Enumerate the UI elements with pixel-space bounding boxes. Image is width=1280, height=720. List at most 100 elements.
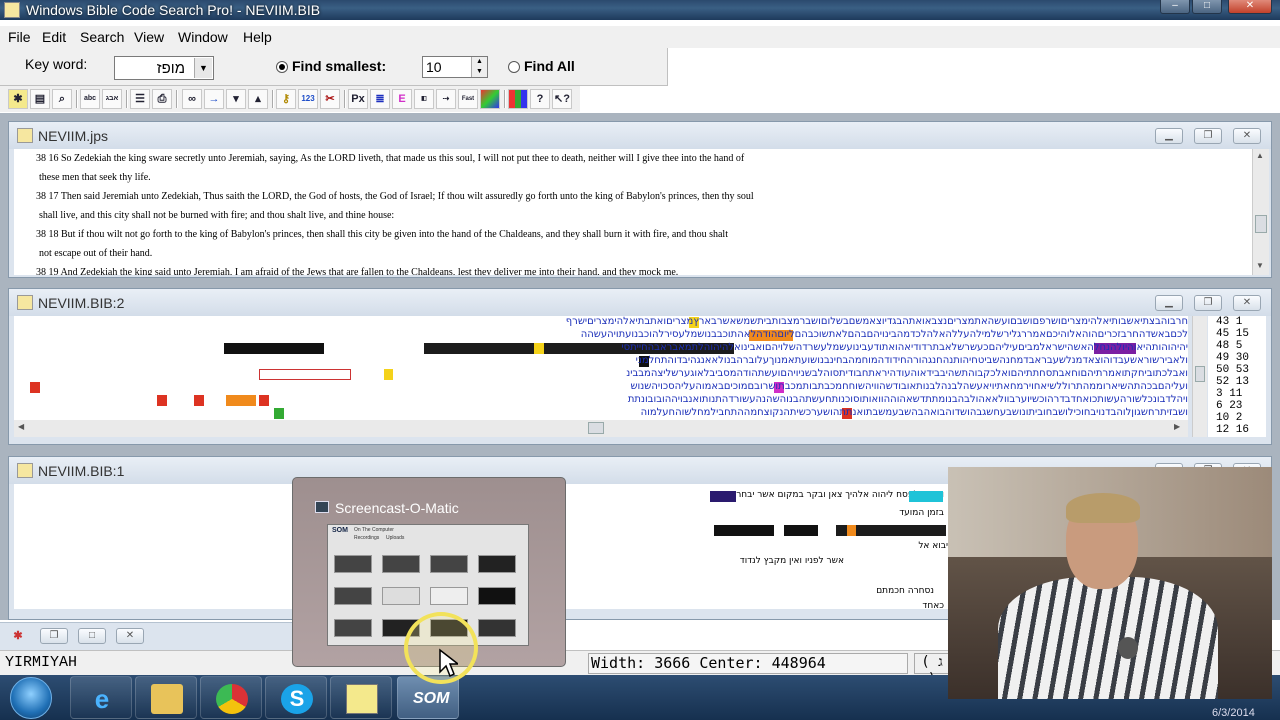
list-item[interactable]: 48 5: [1216, 340, 1266, 352]
menu-search[interactable]: Search: [80, 29, 124, 45]
arrow-up-icon[interactable]: ▴: [248, 89, 268, 109]
recording-thumb: [478, 555, 516, 573]
text-scrollbar[interactable]: ▲ ▼: [1252, 149, 1269, 275]
verse-line: 38 18 But if thou wilt not go forth to t…: [36, 229, 728, 240]
color-icon[interactable]: [480, 89, 500, 109]
child-minimize-button[interactable]: ▁: [1155, 295, 1183, 311]
grid-window-titlebar[interactable]: NEVIIM.BIB:2 ▁ ❐ ✕: [9, 289, 1271, 316]
keyword-label: Key word:: [25, 56, 88, 72]
restore-button[interactable]: ❐: [40, 628, 68, 644]
arrow-down-icon[interactable]: ▾: [226, 89, 246, 109]
spin-arrows-icon[interactable]: ▲ ▼: [471, 57, 487, 77]
child-maximize-button[interactable]: ❐: [1194, 295, 1222, 311]
preview-tab: Uploads: [386, 535, 405, 541]
list-item[interactable]: 10 2: [1216, 412, 1266, 424]
scroll-up-icon[interactable]: ▲: [1256, 151, 1264, 160]
close-button[interactable]: ✕: [116, 628, 144, 644]
arrow-right-icon[interactable]: →: [204, 89, 224, 109]
search-icon[interactable]: ⌕: [52, 89, 72, 109]
autofind-icon[interactable]: ◧: [414, 89, 434, 109]
find-all-radio[interactable]: [508, 61, 520, 73]
hebrew-icon[interactable]: אבג: [102, 89, 122, 109]
list-icon[interactable]: ☰: [130, 89, 150, 109]
verse-text-area[interactable]: 38 16 So Zedekiah the king sware secretl…: [14, 149, 1254, 275]
child-maximize-button[interactable]: ❐: [1194, 128, 1222, 144]
chrome-icon[interactable]: [200, 676, 262, 719]
binoculars-icon[interactable]: ∞: [182, 89, 202, 109]
text-icon[interactable]: abc: [80, 89, 100, 109]
chevron-down-icon[interactable]: ▼: [194, 58, 212, 78]
result-counts-list[interactable]: 43 1 45 15 48 5 49 30 50 53 52 13 3 11 6…: [1208, 316, 1266, 437]
px-icon[interactable]: Px: [348, 89, 368, 109]
grid-window-title: NEVIIM.BIB:2: [38, 295, 125, 311]
maximize-button[interactable]: □: [1192, 0, 1222, 14]
menu-edit[interactable]: Edit: [42, 29, 66, 45]
biblecode-icon[interactable]: [330, 676, 392, 719]
grid-vscrollbar[interactable]: [1192, 316, 1207, 437]
child-close-button[interactable]: ✕: [1233, 128, 1261, 144]
list-item[interactable]: 43 1: [1216, 316, 1266, 328]
minimize-button[interactable]: –: [1160, 0, 1190, 14]
menu-view[interactable]: View: [134, 29, 164, 45]
grid-row: ולאבירשוראשעבדוהוצאדמנלשעבראבדמחנהשביטחי…: [635, 355, 1188, 366]
menu-window[interactable]: Window: [178, 29, 228, 45]
grid-hscrollbar[interactable]: ◀ ▶: [14, 420, 1188, 437]
fast-icon[interactable]: Fast: [458, 89, 478, 109]
e-icon[interactable]: E: [392, 89, 412, 109]
menu-file[interactable]: File: [8, 29, 31, 45]
tools-icon[interactable]: ✂: [320, 89, 340, 109]
recording-thumb: [334, 587, 372, 605]
list-item[interactable]: 3 11: [1216, 388, 1266, 400]
lines-icon[interactable]: ≣: [370, 89, 390, 109]
recording-thumb: [478, 619, 516, 637]
hebrew-line: נסחרה חכמתם: [876, 586, 934, 596]
list-item[interactable]: 52 13: [1216, 376, 1266, 388]
verse-line: 38 17 Then said Jeremiah unto Zedekiah, …: [36, 191, 754, 202]
skip-icon[interactable]: ⇢: [436, 89, 456, 109]
list-item[interactable]: 50 53: [1216, 364, 1266, 376]
highlight-cell: [710, 491, 736, 502]
webcam-person-hair: [1066, 493, 1140, 523]
scroll-left-icon[interactable]: ◀: [18, 422, 24, 431]
grid-row: ושבזיתרחשגוןלוהבדנויבחוכילושבחוביתונושבע…: [640, 407, 1188, 418]
context-help-icon[interactable]: ↖?: [552, 89, 572, 109]
list-item[interactable]: 49 30: [1216, 352, 1266, 364]
find-smallest-spinner[interactable]: 10 ▲ ▼: [422, 56, 488, 78]
keyword-combobox[interactable]: מופז ▼: [114, 56, 214, 80]
recording-thumb: [478, 587, 516, 605]
scroll-right-icon[interactable]: ▶: [1174, 422, 1180, 431]
start-button[interactable]: [10, 677, 52, 719]
letter-grid[interactable]: חרבוהבצתיאשבותיאלהימצריםושרפםושבםועשהאתמ…: [14, 316, 1188, 420]
highlight-cell: [909, 491, 943, 502]
find-smallest-value: 10: [426, 59, 442, 75]
scroll-thumb[interactable]: [588, 422, 604, 434]
open-icon[interactable]: ▤: [30, 89, 50, 109]
list-item[interactable]: 6 23: [1216, 400, 1266, 412]
help-icon[interactable]: ?: [530, 89, 550, 109]
maximize-button[interactable]: □: [78, 628, 106, 644]
explorer-icon[interactable]: [135, 676, 197, 719]
child-minimize-button[interactable]: ▁: [1155, 128, 1183, 144]
app-icon[interactable]: ✱: [8, 627, 28, 647]
menu-help[interactable]: Help: [243, 29, 272, 45]
grid-window: NEVIIM.BIB:2 ▁ ❐ ✕ חרבוהבצתיאשבותיאלהימצ…: [8, 288, 1272, 445]
new-icon[interactable]: ✱: [8, 89, 28, 109]
child-close-button[interactable]: ✕: [1233, 295, 1261, 311]
print-icon[interactable]: ⎙: [152, 89, 172, 109]
scroll-down-icon[interactable]: ▼: [1256, 261, 1264, 270]
ie-icon[interactable]: e: [70, 676, 132, 719]
hebrew-line: בזמן המועד: [899, 508, 944, 518]
list-item[interactable]: 45 15: [1216, 328, 1266, 340]
scroll-thumb[interactable]: [1255, 215, 1267, 233]
numbers-icon[interactable]: 123: [298, 89, 318, 109]
clock-date: 6/3/2014: [1212, 707, 1255, 719]
list-item[interactable]: 12 16: [1216, 424, 1266, 436]
find-smallest-radio[interactable]: [276, 61, 288, 73]
chart-icon[interactable]: [508, 89, 528, 109]
text-window-titlebar[interactable]: NEVIIM.jps ▁ ❐ ✕: [9, 122, 1271, 149]
key-icon[interactable]: ⚷: [276, 89, 296, 109]
scroll-thumb[interactable]: [1195, 366, 1205, 382]
verse-line: not escape out of their hand.: [39, 248, 153, 259]
close-button[interactable]: ✕: [1228, 0, 1272, 14]
skype-icon[interactable]: S: [265, 676, 327, 719]
